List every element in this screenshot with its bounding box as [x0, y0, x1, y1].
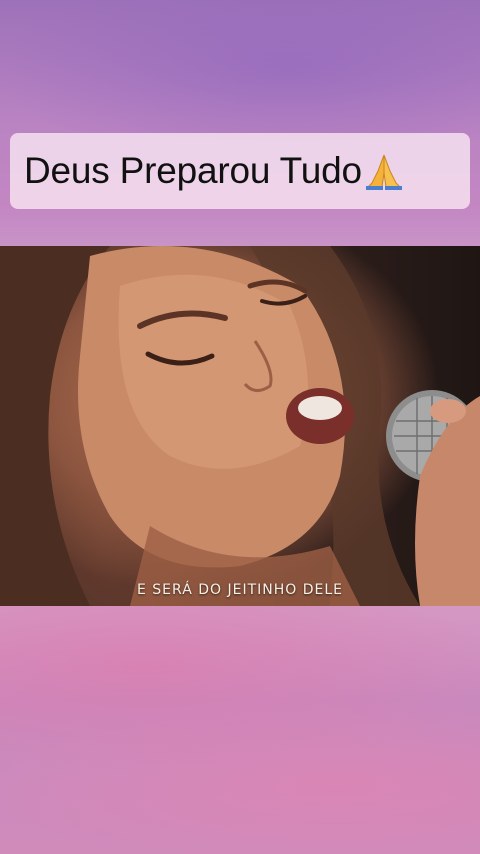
video-player[interactable]: E SERÁ DO JEITINHO DELE [0, 246, 480, 606]
video-frame-illustration [0, 246, 480, 606]
praying-hands-icon [364, 151, 408, 191]
video-title: Deus Preparou Tudo [24, 150, 362, 191]
title-card: Deus Preparou Tudo [10, 133, 470, 209]
video-subtitle: E SERÁ DO JEITINHO DELE [137, 582, 343, 598]
